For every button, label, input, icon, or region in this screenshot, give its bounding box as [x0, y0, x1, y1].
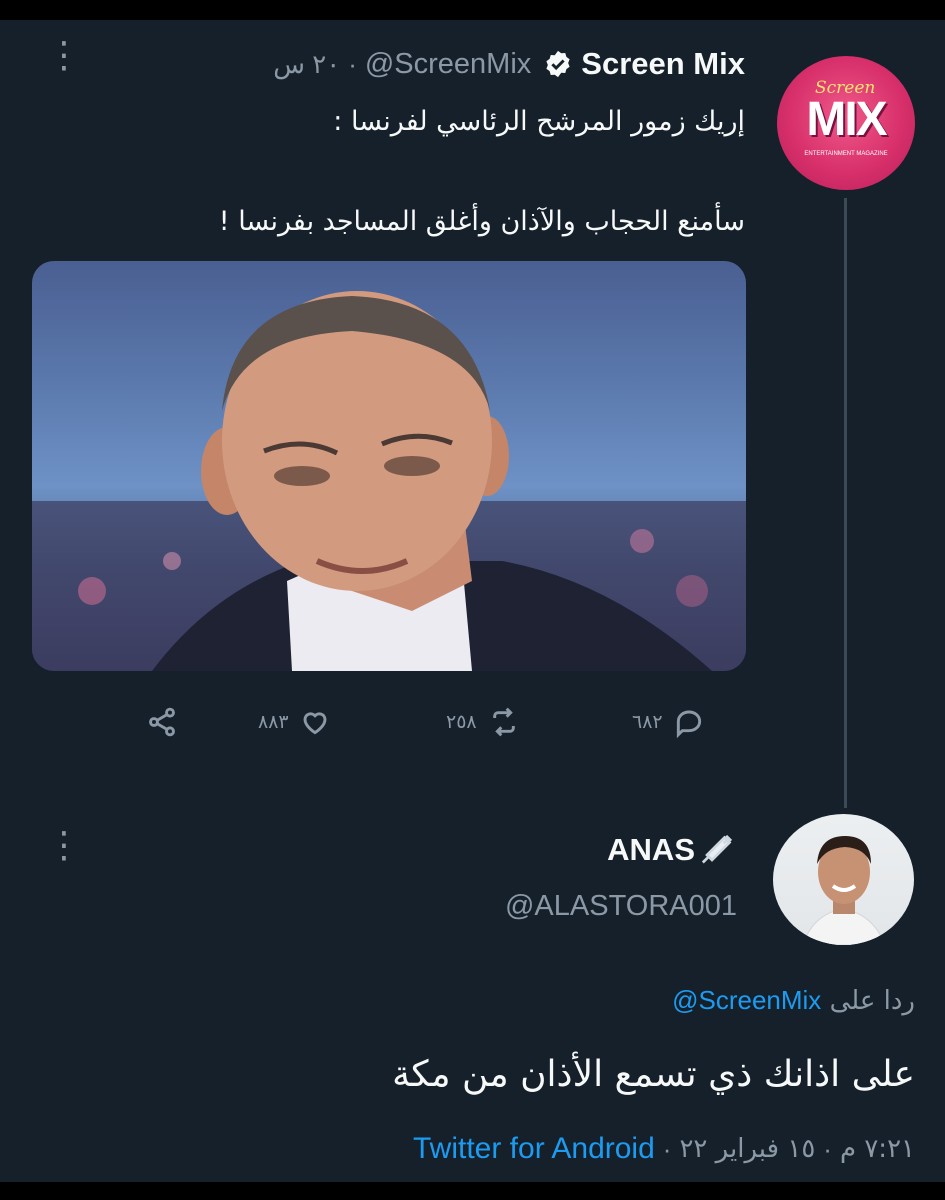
share-action[interactable] [146, 706, 178, 738]
tweet-more-options-icon[interactable]: ⋮ [46, 38, 82, 74]
thread-connector-line [844, 198, 847, 808]
tweet-separator: · [348, 48, 357, 79]
reply-date[interactable]: ١٥ فبراير ٢٢ [679, 1134, 815, 1164]
tweet-header: ٢٠ س · @ScreenMix Screen Mix [273, 46, 745, 82]
like-count: ٨٨٣ [258, 711, 289, 733]
reply-handle[interactable]: @ALASTORA001 [505, 890, 737, 923]
tweet-display-name[interactable]: Screen Mix [581, 46, 745, 82]
retweet-count: ٢٥٨ [446, 711, 477, 733]
reply-action[interactable]: ٦٨٢ [632, 706, 705, 738]
reply-icon [676, 710, 701, 738]
reply-meta-separator-1: · [823, 1133, 832, 1164]
reply-source[interactable]: Twitter for Android [413, 1132, 655, 1166]
reply-author-name-row: ANAS [607, 830, 737, 870]
reply-text: على اذانك ذي تسمع الأذان من مكة [392, 1054, 915, 1095]
verified-badge-icon [543, 49, 573, 79]
reply-count: ٦٨٢ [632, 711, 663, 733]
replying-to-handle[interactable]: @ScreenMix [672, 985, 821, 1015]
reply-meta: Twitter for Android · ١٥ فبراير ٢٢ · ٧:٢… [413, 1132, 915, 1166]
replying-to-prefix: ردا على [829, 986, 915, 1016]
replying-to: ردا على @ScreenMix [672, 985, 915, 1016]
heart-icon [303, 712, 327, 735]
avatar-tagline: ENTERTAINMENT MAGAZINE [804, 151, 888, 157]
tweet-text-line2: سأمنع الحجاب والآذان وأغلق المساجد بفرنس… [218, 206, 745, 237]
tweet-time[interactable]: ٢٠ س [273, 49, 340, 80]
tweet-thread: ⋮ ٢٠ س · @ScreenMix Screen Mix Screen MI… [0, 20, 945, 1182]
syringe-icon [697, 830, 737, 870]
reply-time[interactable]: ٧:٢١ م [840, 1134, 915, 1164]
reply-author-avatar[interactable] [773, 814, 914, 945]
tweet-author-avatar[interactable]: Screen MIX ENTERTAINMENT MAGAZINE [777, 56, 915, 190]
photo-icon [32, 291, 746, 671]
reply-more-options-icon[interactable]: ⋮ [46, 828, 82, 864]
retweet-icon [492, 707, 515, 737]
retweet-action[interactable]: ٢٥٨ [446, 706, 521, 738]
share-icon [149, 707, 175, 737]
like-action[interactable]: ٨٨٣ [258, 706, 331, 738]
avatar-logo-text: MIX [806, 93, 887, 146]
reply-meta-separator-2: · [662, 1133, 672, 1164]
reply-display-name[interactable]: ANAS [607, 832, 695, 868]
person-photo [802, 836, 886, 945]
tweet-handle[interactable]: @ScreenMix [365, 48, 531, 81]
tweet-media-photo[interactable] [32, 261, 746, 671]
tweet-text-line1: إريك زمور المرشح الرئاسي لفرنسا : [333, 106, 745, 137]
